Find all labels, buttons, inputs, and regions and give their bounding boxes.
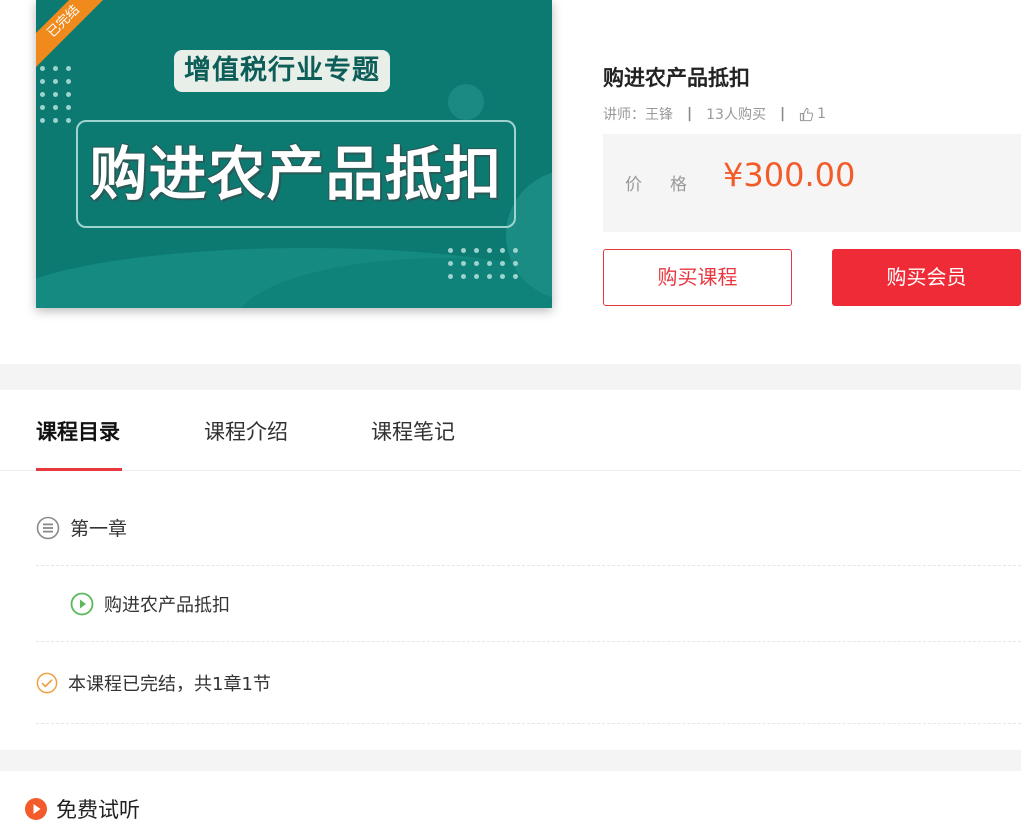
section-divider	[0, 750, 1021, 771]
check-circle-icon	[36, 672, 58, 694]
price-label: 价格	[625, 175, 715, 195]
free-trial-title: 免费试听	[56, 798, 140, 822]
price-box: 价格 ¥300.00	[603, 134, 1021, 232]
cover-subtitle: 增值税行业专题	[174, 50, 390, 92]
like-count: 1	[817, 106, 826, 122]
tab-catalog[interactable]: 课程目录	[36, 416, 120, 446]
teacher-label: 讲师：王锋	[603, 107, 673, 123]
like-button[interactable]: 1	[799, 106, 826, 122]
purchase-count: 13人购买	[706, 107, 766, 123]
course-status-text: 本课程已完结，共1章1节	[68, 673, 271, 695]
section-divider	[0, 364, 1021, 390]
price-value: ¥300.00	[723, 156, 856, 194]
course-meta: 讲师：王锋 | 13人购买 | 1	[603, 104, 826, 124]
chapter-row[interactable]: 第一章	[36, 490, 1021, 566]
tab-notes[interactable]: 课程笔记	[371, 416, 455, 446]
course-tabs: 课程目录 课程介绍 课程笔记	[0, 390, 1021, 471]
lesson-title: 购进农产品抵扣	[104, 594, 230, 616]
buy-course-button[interactable]: 购买课程	[603, 249, 792, 306]
active-tab-indicator	[36, 468, 122, 471]
course-cover-image: 已完结 增值税行业专题 购进农产品抵扣	[36, 0, 552, 308]
free-trial-section[interactable]: 免费试听	[24, 794, 140, 824]
buy-member-button[interactable]: 购买会员	[832, 249, 1021, 306]
chapter-title: 第一章	[70, 518, 128, 540]
lesson-row[interactable]: 购进农产品抵扣	[36, 566, 1021, 642]
cover-headline: 购进农产品抵扣	[89, 140, 503, 208]
play-badge-icon	[24, 797, 48, 821]
course-title: 购进农产品抵扣	[603, 66, 750, 90]
cover-circle-decoration	[448, 84, 484, 120]
thumbs-up-icon	[799, 107, 814, 121]
meta-divider: |	[779, 106, 786, 122]
cover-dots-decoration	[40, 66, 71, 123]
play-circle-icon	[70, 592, 94, 616]
cover-dots-decoration	[448, 248, 518, 279]
course-status-row: 本课程已完结，共1章1节	[36, 642, 1021, 724]
tab-introduction[interactable]: 课程介绍	[204, 416, 288, 446]
completed-ribbon-badge: 已完结	[36, 0, 115, 73]
meta-divider: |	[687, 106, 693, 122]
list-circle-icon	[36, 516, 60, 540]
